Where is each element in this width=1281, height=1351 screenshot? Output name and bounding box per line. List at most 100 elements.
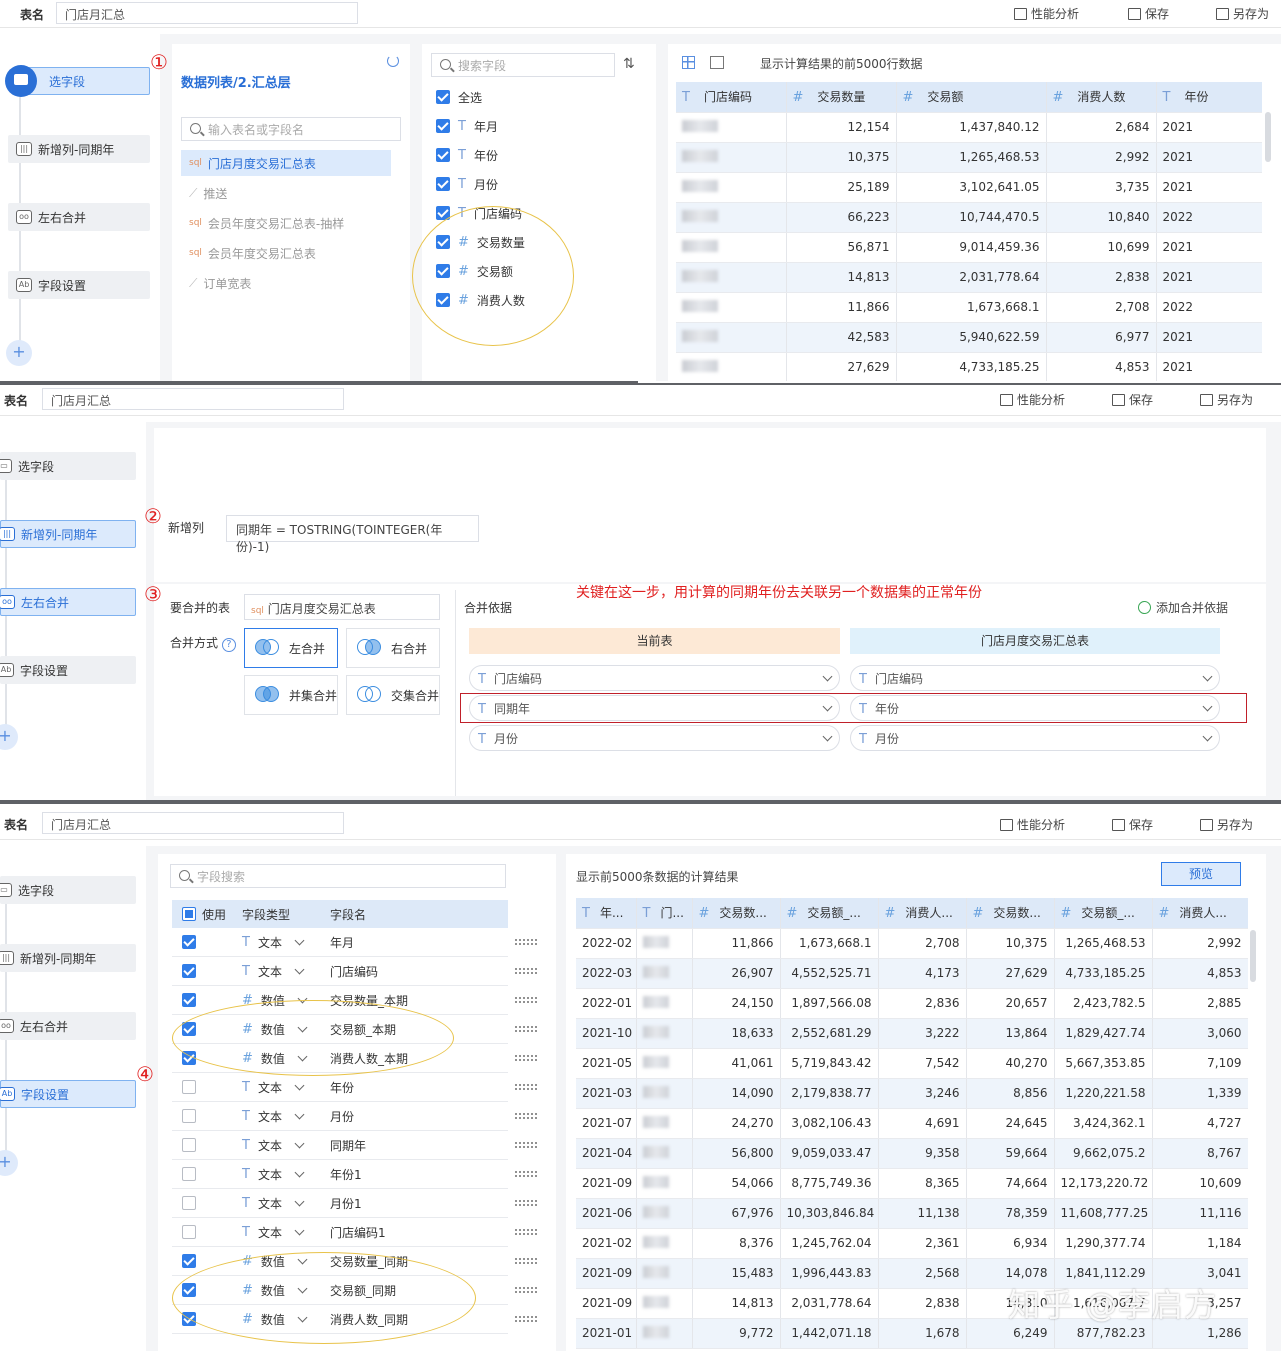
field-row[interactable]: T 文本 年份1 (172, 1160, 508, 1189)
perf-analysis-button[interactable]: 性能分析 (1014, 5, 1079, 22)
use-checkbox[interactable] (182, 935, 196, 950)
column-header[interactable]: # 消费人... (1152, 898, 1248, 929)
use-checkbox[interactable] (182, 993, 196, 1008)
intersect-merge-button[interactable]: 交集合并 (346, 675, 440, 715)
table-search-input[interactable]: 输入表名或字段名 (181, 117, 401, 141)
drag-handle-icon[interactable] (514, 1141, 538, 1149)
drag-handle-icon[interactable] (514, 1112, 538, 1120)
use-checkbox[interactable] (182, 1225, 196, 1240)
current-field-select[interactable]: T 月份 (469, 725, 840, 751)
column-header[interactable]: T 门... (636, 898, 693, 929)
card-view-icon[interactable] (710, 56, 724, 69)
drag-handle-icon[interactable] (514, 1025, 538, 1033)
checkbox[interactable] (436, 119, 450, 133)
add-step-button[interactable]: + (0, 724, 18, 750)
scrollbar[interactable] (1265, 112, 1271, 162)
step-select-fields[interactable]: 选字段 (26, 67, 150, 95)
drag-handle-icon[interactable] (514, 1228, 538, 1236)
step-field-settings[interactable]: Ab 字段设置 (0, 1080, 136, 1108)
field-search-input[interactable]: 字段搜索 (170, 864, 506, 888)
source-item[interactable]: sql 会员年度交易汇总表-抽样 (181, 210, 381, 236)
step-field-settings[interactable]: Ab 字段设置 (8, 271, 150, 299)
step-select-fields[interactable]: ▭ 选字段 (0, 876, 136, 904)
drag-handle-icon[interactable] (514, 967, 538, 975)
use-checkbox[interactable] (182, 1109, 196, 1124)
save-as-button[interactable]: 另存为 (1200, 816, 1253, 833)
step-merge[interactable]: oo 左右合并 (0, 588, 136, 616)
type-select[interactable]: T 文本 (236, 1166, 322, 1183)
breadcrumb[interactable]: 数据列表/2.汇总层 (181, 72, 291, 91)
column-header[interactable]: # 交易额 (896, 82, 1047, 113)
other-field-select[interactable]: T 月份 (850, 725, 1220, 751)
add-step-button[interactable]: + (0, 1150, 18, 1176)
field-row[interactable]: T 文本 年份 (172, 1073, 508, 1102)
save-as-button[interactable]: 另存为 (1200, 391, 1253, 408)
merge-table-select[interactable]: sql 门店月度交易汇总表 (244, 594, 440, 620)
left-merge-button[interactable]: 左合并 (244, 628, 338, 668)
source-item[interactable]: ⟋ 订单宽表 (181, 270, 381, 296)
table-name-input[interactable]: 门店月汇总 (42, 812, 344, 834)
sort-icon[interactable]: ⇅ (623, 56, 635, 72)
type-select[interactable]: T 文本 (236, 1108, 322, 1125)
field-item[interactable]: T 月份 (436, 174, 498, 194)
perf-analysis-button[interactable]: 性能分析 (1000, 391, 1065, 408)
field-row[interactable]: T 文本 门店编码1 (172, 1218, 508, 1247)
column-header[interactable]: T 年份 (1156, 82, 1262, 113)
field-search-input[interactable]: 搜索字段 (431, 53, 615, 77)
drag-handle-icon[interactable] (514, 1257, 538, 1265)
column-header[interactable]: # 交易数量 (786, 82, 897, 113)
help-icon[interactable]: ? (221, 638, 236, 652)
drag-handle-icon[interactable] (514, 1199, 538, 1207)
right-merge-button[interactable]: 右合并 (346, 628, 440, 668)
field-item[interactable]: T 年月 (436, 116, 498, 136)
step-merge[interactable]: oo 左右合并 (0, 1012, 136, 1040)
drag-handle-icon[interactable] (514, 1315, 538, 1323)
use-checkbox[interactable] (182, 1254, 196, 1269)
column-header[interactable]: # 交易额_... (1054, 898, 1153, 929)
column-header[interactable]: # 交易数... (966, 898, 1055, 929)
step-new-column[interactable]: ||| 新增列-同期年 (0, 944, 136, 972)
select-all-checkbox[interactable] (182, 907, 196, 921)
field-row[interactable]: T 文本 月份 (172, 1102, 508, 1131)
field-item[interactable]: T 年份 (436, 145, 498, 165)
formula-field[interactable]: 同期年 = TOSTRING(TOINTEGER(年份)-1) (226, 515, 479, 554)
use-checkbox[interactable] (182, 1138, 196, 1153)
drag-handle-icon[interactable] (514, 1083, 538, 1091)
type-select[interactable]: T 文本 (236, 963, 322, 980)
column-header[interactable]: # 交易数... (692, 898, 781, 929)
drag-handle-icon[interactable] (514, 1286, 538, 1294)
checkbox[interactable] (436, 90, 450, 104)
column-header[interactable]: # 交易额_... (780, 898, 879, 929)
union-merge-button[interactable]: 并集合并 (244, 675, 338, 715)
refresh-icon[interactable] (387, 55, 399, 67)
use-checkbox[interactable] (182, 1196, 196, 1211)
checkbox[interactable] (436, 148, 450, 162)
use-checkbox[interactable] (182, 1080, 196, 1095)
field-row[interactable]: T 文本 门店编码 (172, 957, 508, 986)
column-header[interactable]: T 门店编码 (676, 82, 787, 113)
save-button[interactable]: 保存 (1112, 816, 1153, 833)
current-field-select[interactable]: T 门店编码 (469, 665, 840, 691)
scrollbar[interactable] (1250, 930, 1256, 982)
field-row[interactable]: T 文本 年月 (172, 928, 508, 957)
step-merge[interactable]: oo 左右合并 (8, 203, 150, 231)
source-item[interactable]: ⟋ 推送 (181, 180, 381, 206)
field-row[interactable]: T 文本 同期年 (172, 1131, 508, 1160)
table-name-input[interactable]: 门店月汇总 (42, 388, 344, 410)
type-select[interactable]: T 文本 (236, 1195, 322, 1212)
field-row[interactable]: T 文本 月份1 (172, 1189, 508, 1218)
table-name-input[interactable]: 门店月汇总 (56, 2, 358, 24)
preview-button[interactable]: 预览 (1161, 862, 1241, 886)
type-select[interactable]: T 文本 (236, 1224, 322, 1241)
drag-handle-icon[interactable] (514, 1054, 538, 1062)
other-field-select[interactable]: T 门店编码 (850, 665, 1220, 691)
column-header[interactable]: # 消费人... (878, 898, 967, 929)
drag-handle-icon[interactable] (514, 996, 538, 1004)
source-item[interactable]: sql 门店月度交易汇总表 (181, 150, 391, 176)
save-button[interactable]: 保存 (1112, 391, 1153, 408)
column-header[interactable]: T 年... (576, 898, 637, 929)
select-all-checkbox[interactable]: 全选 (436, 87, 482, 107)
use-checkbox[interactable] (182, 964, 196, 979)
perf-analysis-button[interactable]: 性能分析 (1000, 816, 1065, 833)
step-select-fields[interactable]: ▭ 选字段 (0, 452, 136, 480)
